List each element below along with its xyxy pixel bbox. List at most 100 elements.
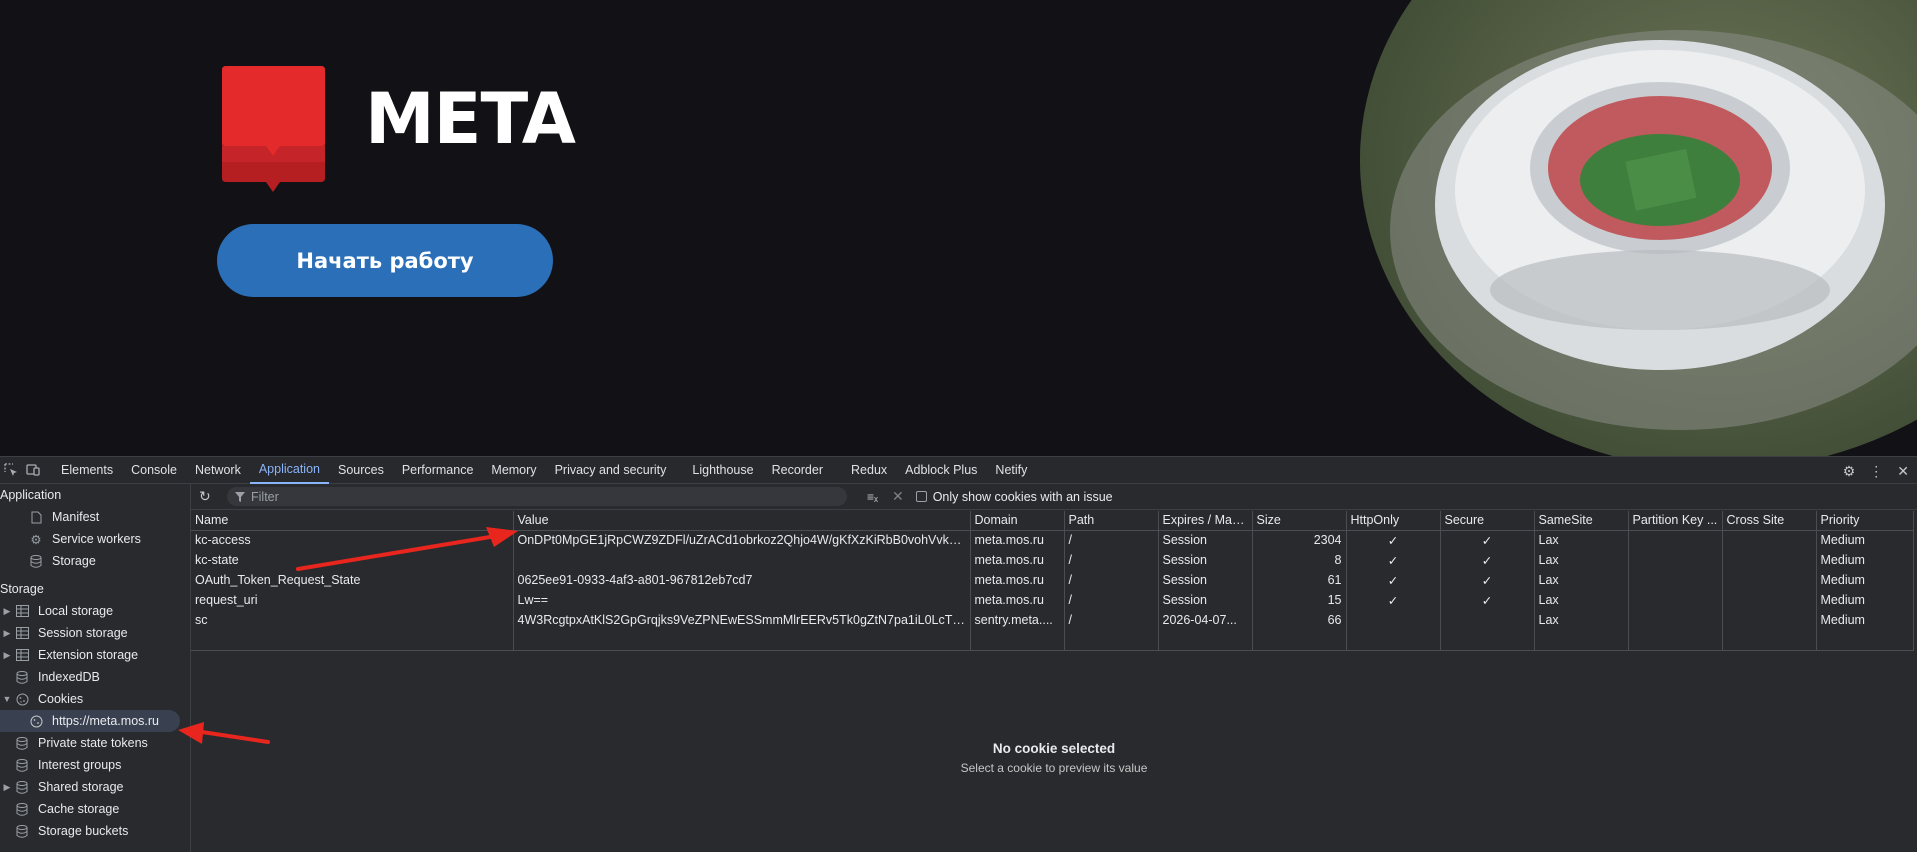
- expand-arrow-icon[interactable]: ▶: [0, 628, 14, 639]
- sidebar-item-label: Extension storage: [38, 648, 139, 662]
- tab-recorder[interactable]: Recorder: [763, 457, 832, 484]
- sidebar-item-cookies[interactable]: ▼ Cookies: [0, 688, 190, 710]
- sidebar-item-service-workers[interactable]: ⚙ Service workers: [0, 528, 190, 550]
- table-grid-icon: [14, 647, 30, 663]
- more-options-icon[interactable]: ⋮: [1869, 463, 1883, 480]
- sidebar-item-storage-buckets[interactable]: Storage buckets: [0, 820, 190, 842]
- expand-arrow-icon[interactable]: ▶: [0, 606, 14, 617]
- cell-path: /: [1064, 610, 1159, 630]
- sidebar-item-storage[interactable]: Storage: [0, 550, 190, 572]
- sidebar-item-interest-groups[interactable]: Interest groups: [0, 754, 190, 776]
- tab-netify[interactable]: Netify: [986, 457, 1036, 484]
- preview-subtitle: Select a cookie to preview its value: [960, 761, 1148, 775]
- column-header-httponly[interactable]: HttpOnly: [1346, 511, 1441, 531]
- collapse-arrow-icon[interactable]: ▼: [0, 694, 14, 704]
- sidebar-item-label: Local storage: [38, 604, 114, 618]
- table-row[interactable]: request_uri Lw== meta.mos.ru / Session 1…: [191, 590, 1914, 610]
- clear-filtered-cookies-icon[interactable]: ≡ₓ: [867, 490, 878, 504]
- sidebar-item-label: Storage buckets: [38, 824, 129, 838]
- cell-secure: ✓: [1440, 590, 1535, 610]
- cell-priority: Medium: [1816, 590, 1914, 610]
- tab-application[interactable]: Application: [249, 457, 329, 484]
- column-header-partition-key[interactable]: Partition Key ...: [1628, 511, 1723, 531]
- tab-redux[interactable]: Redux: [842, 457, 896, 484]
- preview-title: No cookie selected: [992, 741, 1116, 756]
- sidebar-item-session-storage[interactable]: ▶ Session storage: [0, 622, 190, 644]
- column-header-path[interactable]: Path: [1064, 511, 1159, 531]
- sidebar-item-cache-storage[interactable]: Cache storage: [0, 798, 190, 820]
- cell-httponly: ✓: [1346, 550, 1441, 570]
- cell-value: Lw==: [513, 590, 971, 610]
- sidebar-item-local-storage[interactable]: ▶ Local storage: [0, 600, 190, 622]
- tab-adblock-plus[interactable]: Adblock Plus: [896, 457, 986, 484]
- column-header-value[interactable]: Value: [513, 511, 971, 531]
- start-work-button[interactable]: Начать работу: [217, 224, 553, 297]
- table-row[interactable]: kc-state meta.mos.ru / Session 8 ✓ ✓ Lax…: [191, 550, 1914, 570]
- column-header-cross-site[interactable]: Cross Site: [1722, 511, 1817, 531]
- cell-samesite: Lax: [1534, 550, 1629, 570]
- column-header-samesite[interactable]: SameSite: [1534, 511, 1629, 531]
- cell-partition-key: [1628, 610, 1723, 630]
- database-icon: [14, 757, 30, 773]
- cell-value: [513, 550, 971, 570]
- column-header-name[interactable]: Name: [191, 511, 514, 531]
- cell-path: /: [1064, 550, 1159, 570]
- cell-path: /: [1064, 570, 1159, 590]
- cell-name: request_uri: [191, 590, 514, 610]
- sidebar-item-indexeddb[interactable]: IndexedDB: [0, 666, 190, 688]
- tab-elements[interactable]: Elements: [52, 457, 122, 484]
- table-row[interactable]: sc 4W3RcgtpxAtKlS2GpGrqjks9VeZPNEwESSmmM…: [191, 610, 1914, 630]
- column-header-domain[interactable]: Domain: [970, 511, 1065, 531]
- only-issues-checkbox[interactable]: [915, 491, 927, 502]
- inspect-element-icon[interactable]: [0, 459, 22, 481]
- cell-priority: Medium: [1816, 550, 1914, 570]
- sidebar-item-label: Interest groups: [38, 758, 122, 772]
- filter-funnel-icon: [235, 491, 245, 502]
- table-row[interactable]: kc-access OnDPt0MpGE1jRpCWZ9ZDFl/uZrACd1…: [191, 530, 1914, 550]
- tab-lighthouse[interactable]: Lighthouse: [683, 457, 762, 484]
- cell-domain: meta.mos.ru: [970, 590, 1065, 610]
- expand-arrow-icon[interactable]: ▶: [0, 650, 14, 661]
- sidebar-item-shared-storage[interactable]: ▶ Shared storage: [0, 776, 190, 798]
- sidebar-item-extension-storage[interactable]: ▶ Extension storage: [0, 644, 190, 666]
- tab-console[interactable]: Console: [122, 457, 186, 484]
- cookie-icon: [28, 713, 44, 729]
- settings-gear-icon[interactable]: ⚙: [1843, 463, 1856, 480]
- filter-input[interactable]: Filter: [227, 487, 847, 506]
- gears-icon: ⚙: [30, 532, 42, 547]
- sidebar-item-label: Cache storage: [38, 802, 120, 816]
- column-header-priority[interactable]: Priority: [1816, 511, 1914, 531]
- tab-memory[interactable]: Memory: [482, 457, 545, 484]
- column-header-size[interactable]: Size: [1252, 511, 1347, 531]
- stadium-aerial-image: [1360, 0, 1917, 456]
- close-devtools-icon[interactable]: ✕: [1897, 463, 1909, 480]
- tab-privacy-security[interactable]: Privacy and security: [546, 457, 676, 484]
- tab-sources[interactable]: Sources: [329, 457, 393, 484]
- cell-domain: meta.mos.ru: [970, 570, 1065, 590]
- sidebar-item-private-state-tokens[interactable]: Private state tokens: [0, 732, 190, 754]
- column-header-expires[interactable]: Expires / Max...: [1158, 511, 1253, 531]
- tab-network[interactable]: Network: [186, 457, 250, 484]
- cookies-toolbar: ↻ Filter ≡ₓ ✕ Only show cookies with an …: [191, 484, 1917, 510]
- only-issues-label: Only show cookies with an issue: [932, 489, 1113, 504]
- cell-cross-site: [1722, 570, 1817, 590]
- cell-secure: ✓: [1440, 570, 1535, 590]
- cell-cross-site: [1722, 530, 1817, 550]
- column-header-secure[interactable]: Secure: [1440, 511, 1535, 531]
- expand-arrow-icon[interactable]: ▶: [0, 782, 14, 793]
- cell-httponly: ✓: [1346, 570, 1441, 590]
- cell-expires: 2026-04-07...: [1158, 610, 1253, 630]
- cookie-icon: [14, 691, 30, 707]
- cell-domain: meta.mos.ru: [970, 530, 1065, 550]
- cell-expires: Session: [1158, 590, 1253, 610]
- device-toolbar-icon[interactable]: [22, 459, 44, 481]
- cookies-pane: ↻ Filter ≡ₓ ✕ Only show cookies with an …: [191, 484, 1917, 852]
- sidebar-item-manifest[interactable]: Manifest: [0, 506, 190, 528]
- tab-performance[interactable]: Performance: [393, 457, 483, 484]
- delete-selected-icon[interactable]: ✕: [892, 488, 904, 505]
- table-row[interactable]: OAuth_Token_Request_State 0625ee91-0933-…: [191, 570, 1914, 590]
- refresh-icon[interactable]: ↻: [199, 488, 211, 505]
- cell-httponly: [1346, 610, 1441, 630]
- sidebar-item-cookie-origin[interactable]: https://meta.mos.ru: [0, 710, 180, 732]
- sidebar-item-label: Session storage: [38, 626, 128, 640]
